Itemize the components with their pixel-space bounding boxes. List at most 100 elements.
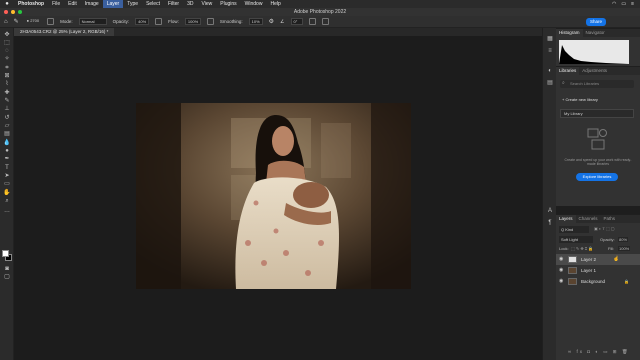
new-layer-icon[interactable]: ⊞	[613, 349, 619, 354]
menu-type[interactable]: Type	[123, 0, 142, 8]
zoom-tool-icon[interactable]: ⌕	[3, 198, 11, 204]
explore-libraries-button[interactable]: Explore libraries	[576, 173, 618, 181]
adjustment-layer-icon[interactable]: ◐	[595, 349, 600, 354]
brush-size-picker[interactable]: ● 2700	[25, 18, 41, 25]
menu-filter[interactable]: Filter	[164, 0, 183, 8]
wifi-icon[interactable]: ◠	[612, 1, 616, 7]
delete-layer-icon[interactable]: 🗑	[622, 349, 630, 354]
blur-tool-icon[interactable]: 💧	[3, 140, 11, 146]
apple-icon[interactable]: ●	[0, 1, 14, 7]
move-tool-icon[interactable]: ✥	[3, 32, 11, 38]
visibility-eye-icon[interactable]: ◉	[559, 254, 563, 265]
visibility-eye-icon[interactable]: ◉	[559, 276, 563, 287]
brush-settings-icon[interactable]	[47, 18, 55, 25]
visibility-eye-icon[interactable]: ◉	[559, 265, 563, 276]
pressure-size-icon[interactable]	[308, 18, 316, 25]
tab-libraries[interactable]: Libraries	[556, 67, 580, 75]
tab-navigator[interactable]: Navigator	[583, 29, 608, 37]
color-panel-icon[interactable]: ◐	[547, 68, 553, 74]
airbrush-icon[interactable]	[206, 18, 214, 25]
mode-select[interactable]: Normal	[78, 18, 107, 25]
home-icon[interactable]: ⌂	[4, 19, 8, 25]
library-name-field[interactable]: My Library	[560, 109, 634, 118]
menu-plugins[interactable]: Plugins	[216, 0, 240, 8]
eyedropper-tool-icon[interactable]: ⌇	[3, 81, 11, 87]
swatches-panel-icon[interactable]: ▤	[547, 80, 553, 86]
fill-field[interactable]: 100%	[618, 246, 631, 251]
quick-mask-icon[interactable]: ◙	[3, 266, 11, 272]
history-panel-icon[interactable]: ▦	[547, 36, 553, 42]
layer-filter-icons[interactable]: ▣ ◐ T ⬚ ▢	[594, 226, 615, 231]
paragraph-panel-icon[interactable]: ¶	[547, 220, 553, 226]
hand-tool-icon[interactable]: ✋	[3, 190, 11, 196]
tab-channels[interactable]: Channels	[576, 215, 601, 223]
more-tools-icon[interactable]: …	[3, 208, 11, 214]
layer-opacity-field[interactable]: 80%	[618, 237, 629, 242]
rectangle-tool-icon[interactable]: ▭	[3, 181, 11, 187]
library-search-input[interactable]: Search Libraries	[560, 80, 634, 88]
blend-mode-select[interactable]: Soft Light	[559, 236, 593, 243]
quick-select-tool-icon[interactable]: ✧	[3, 56, 11, 62]
layer-row-background[interactable]: ◉ Background 🔒	[556, 276, 640, 287]
menu-file[interactable]: File	[48, 0, 64, 8]
menu-edit[interactable]: Edit	[64, 0, 81, 8]
create-library-link[interactable]: + Create new library	[562, 97, 598, 102]
close-window-icon[interactable]	[4, 10, 8, 14]
menu-layer[interactable]: Layer	[102, 0, 124, 8]
character-panel-icon[interactable]: A	[547, 208, 553, 214]
new-group-icon[interactable]: ▭	[603, 349, 609, 354]
frame-tool-icon[interactable]: ⊠	[3, 73, 11, 79]
opacity-field[interactable]: 40%	[135, 18, 150, 25]
link-layers-icon[interactable]: ∞	[568, 349, 573, 354]
layer-style-icon[interactable]: fx	[576, 349, 584, 354]
tab-histogram[interactable]: Histogram	[556, 29, 583, 37]
menu-window[interactable]: Window	[241, 0, 267, 8]
minimize-window-icon[interactable]	[11, 10, 15, 14]
share-button[interactable]: Share	[585, 17, 606, 26]
brush-tool-icon[interactable]: ✎	[3, 98, 11, 104]
brush-tool-icon[interactable]: ✎	[14, 18, 19, 25]
tab-adjustments[interactable]: Adjustments	[579, 67, 610, 75]
marquee-tool-icon[interactable]: ⬚	[3, 40, 11, 46]
document-tab[interactable]: 2H3A0543.CR2 @ 25% (Layer 2, RGB/16) *	[14, 28, 115, 36]
path-selection-tool-icon[interactable]: ➤	[3, 173, 11, 179]
menu-3d[interactable]: 3D	[183, 0, 197, 8]
layer-row-layer-2[interactable]: ◉ Layer 2 ☝	[556, 254, 640, 265]
symmetry-icon[interactable]	[321, 18, 329, 25]
eraser-tool-icon[interactable]: ▱	[3, 123, 11, 129]
pen-tool-icon[interactable]: ✒	[3, 156, 11, 162]
tab-layers[interactable]: Layers	[556, 215, 576, 223]
zoom-window-icon[interactable]	[18, 10, 22, 14]
add-mask-icon[interactable]: ◘	[587, 349, 592, 354]
crop-tool-icon[interactable]: ⌗	[3, 65, 11, 71]
history-brush-tool-icon[interactable]: ↺	[3, 115, 11, 121]
gradient-tool-icon[interactable]: ▤	[3, 131, 11, 137]
clone-stamp-tool-icon[interactable]: ⊥	[3, 106, 11, 112]
menu-photoshop[interactable]: Photoshop	[14, 0, 48, 8]
lasso-tool-icon[interactable]: ◌	[3, 48, 11, 54]
document-canvas-image[interactable]	[136, 103, 411, 289]
smoothing-settings-icon[interactable]: ⚙	[269, 18, 274, 25]
pressure-opacity-icon[interactable]	[155, 18, 163, 25]
foreground-color-swatch[interactable]	[2, 250, 9, 257]
lock-icon[interactable]: 🔒	[624, 276, 629, 287]
menu-select[interactable]: Select	[142, 0, 164, 8]
control-center-icon[interactable]: ≡	[631, 1, 634, 7]
tab-paths[interactable]: Paths	[601, 215, 619, 223]
lock-icons[interactable]: ⬚ ✎ ✥ ⌗ 🔒	[571, 246, 593, 251]
menu-view[interactable]: View	[198, 0, 217, 8]
layer-row-layer-1[interactable]: ◉ Layer 1	[556, 265, 640, 276]
screen-mode-icon[interactable]: ▢	[3, 274, 11, 280]
healing-brush-tool-icon[interactable]: ✚	[3, 90, 11, 96]
smoothing-field[interactable]: 10%	[248, 18, 263, 25]
layer-filter-kind[interactable]: Q Kind	[559, 226, 589, 233]
properties-panel-icon[interactable]: ≡	[547, 48, 553, 54]
angle-field[interactable]: 0°	[290, 18, 303, 25]
battery-icon[interactable]: ▭	[621, 1, 626, 7]
menu-help[interactable]: Help	[266, 0, 284, 8]
menu-image[interactable]: Image	[81, 0, 103, 8]
dodge-tool-icon[interactable]: ●	[3, 148, 11, 154]
type-tool-icon[interactable]: T	[3, 165, 11, 171]
flow-field[interactable]: 100%	[184, 18, 201, 25]
smoothing-label: Smoothing:	[219, 19, 243, 24]
